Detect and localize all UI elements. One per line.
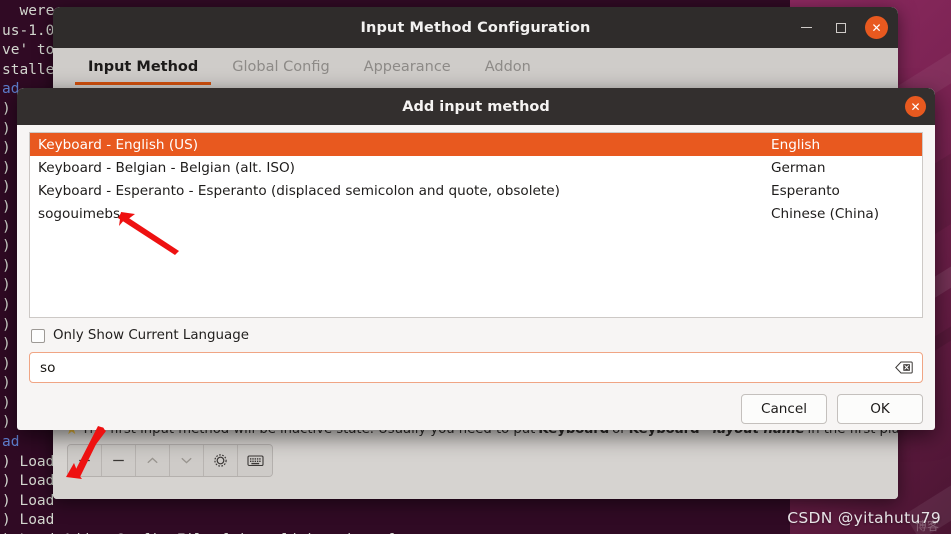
add-input-method-dialog: Add input method ✕ Keyboard - English (U… bbox=[17, 88, 935, 430]
dialog-button-row: Cancel OK bbox=[741, 394, 923, 424]
add-input-method-button[interactable] bbox=[68, 445, 102, 476]
ok-button[interactable]: OK bbox=[837, 394, 923, 424]
tab-addon[interactable]: Addon bbox=[468, 48, 548, 85]
input-method-name: sogouimebs bbox=[38, 205, 121, 222]
input-method-language: German bbox=[771, 159, 826, 176]
gear-icon[interactable] bbox=[204, 445, 238, 476]
page-title: Input Method Configuration bbox=[360, 19, 591, 36]
table-row[interactable]: Keyboard - English (US) English bbox=[30, 133, 922, 156]
window-controls: ✕ bbox=[795, 7, 888, 48]
input-method-language: English bbox=[771, 136, 821, 153]
config-window-titlebar[interactable]: Input Method Configuration ✕ bbox=[53, 7, 898, 48]
input-method-table[interactable]: Keyboard - English (US) English Keyboard… bbox=[29, 132, 923, 318]
input-method-name: Keyboard - Esperanto - Esperanto (displa… bbox=[38, 182, 560, 199]
dialog-title: Add input method bbox=[402, 98, 550, 115]
move-up-button[interactable] bbox=[136, 445, 170, 476]
keyboard-icon[interactable] bbox=[238, 445, 272, 476]
table-row[interactable]: Keyboard - Belgian - Belgian (alt. ISO) … bbox=[30, 156, 922, 179]
input-method-language: Chinese (China) bbox=[771, 205, 880, 222]
dialog-titlebar[interactable]: Add input method ✕ bbox=[17, 88, 935, 125]
tab-bar: Input Method Global Config Appearance Ad… bbox=[53, 48, 898, 92]
tab-appearance[interactable]: Appearance bbox=[347, 48, 468, 85]
tab-global-config[interactable]: Global Config bbox=[215, 48, 346, 85]
input-method-name: Keyboard - English (US) bbox=[38, 136, 199, 153]
input-method-language: Esperanto bbox=[771, 182, 840, 199]
checkbox-box[interactable] bbox=[31, 328, 45, 343]
close-icon[interactable]: ✕ bbox=[905, 96, 926, 117]
terminal-line: ) Load bbox=[2, 512, 55, 529]
maximize-button[interactable] bbox=[830, 17, 852, 39]
input-method-toolbar bbox=[67, 444, 273, 477]
watermark-secondary: 博客 bbox=[914, 519, 939, 533]
table-row[interactable]: Keyboard - Esperanto - Esperanto (displa… bbox=[30, 179, 922, 202]
close-icon[interactable]: ✕ bbox=[865, 16, 888, 39]
screen: were us-1.0 ve' to stalle ad)))))))))))))))… bbox=[0, 0, 951, 534]
cancel-button[interactable]: Cancel bbox=[741, 394, 827, 424]
search-input[interactable]: so bbox=[29, 352, 923, 383]
minimize-button[interactable] bbox=[795, 17, 817, 39]
remove-input-method-button[interactable] bbox=[102, 445, 136, 476]
move-down-button[interactable] bbox=[170, 445, 204, 476]
only-show-current-language-checkbox[interactable]: Only Show Current Language bbox=[31, 328, 249, 343]
checkbox-label: Only Show Current Language bbox=[53, 328, 249, 343]
tab-input-method[interactable]: Input Method bbox=[71, 48, 215, 85]
input-method-name: Keyboard - Belgian - Belgian (alt. ISO) bbox=[38, 159, 295, 176]
search-input-value[interactable]: so bbox=[40, 360, 894, 376]
clear-search-icon[interactable] bbox=[894, 360, 914, 375]
table-row[interactable]: sogouimebs Chinese (China) bbox=[30, 202, 922, 225]
